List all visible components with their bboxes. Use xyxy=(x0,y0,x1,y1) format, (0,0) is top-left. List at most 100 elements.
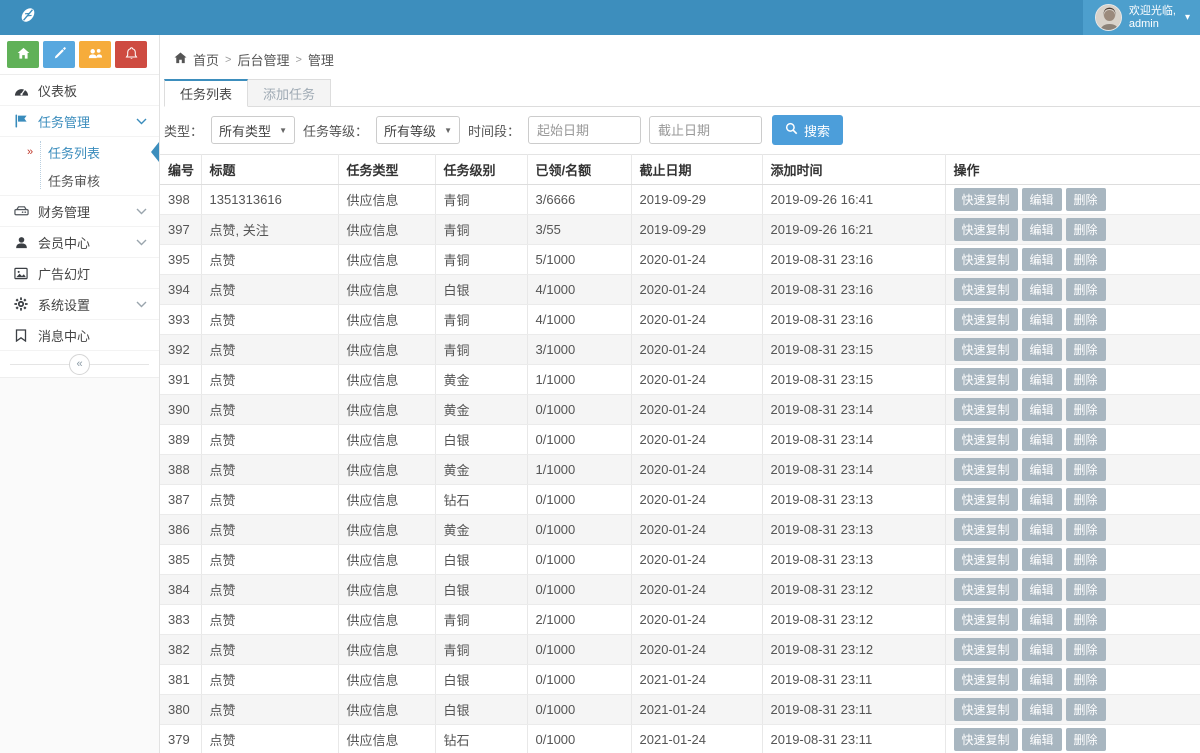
delete-button[interactable]: 删除 xyxy=(1066,428,1106,451)
quick-copy-button[interactable]: 快速复制 xyxy=(954,608,1018,631)
edit-button[interactable]: 编辑 xyxy=(1022,488,1062,511)
quick-buttons xyxy=(0,35,159,75)
breadcrumb-backend[interactable]: 后台管理 xyxy=(237,50,289,69)
edit-quick-button[interactable] xyxy=(43,41,75,68)
sidebar-item-messages[interactable]: 消息中心 xyxy=(0,320,159,351)
edit-button[interactable]: 编辑 xyxy=(1022,698,1062,721)
table-cell: 供应信息 xyxy=(338,725,435,753)
edit-button[interactable]: 编辑 xyxy=(1022,338,1062,361)
sidebar-item-task-review[interactable]: 任务审核 xyxy=(0,166,159,194)
sidebar-item-settings[interactable]: 系统设置 xyxy=(0,289,159,320)
edit-button[interactable]: 编辑 xyxy=(1022,248,1062,271)
edit-button[interactable]: 编辑 xyxy=(1022,278,1062,301)
edit-button[interactable]: 编辑 xyxy=(1022,188,1062,211)
quick-copy-button[interactable]: 快速复制 xyxy=(954,548,1018,571)
actions-cell: 快速复制编辑删除 xyxy=(945,485,1200,515)
quick-copy-button[interactable]: 快速复制 xyxy=(954,488,1018,511)
user-menu[interactable]: 欢迎光临, admin ▾ xyxy=(1083,0,1200,35)
edit-button[interactable]: 编辑 xyxy=(1022,398,1062,421)
edit-button[interactable]: 编辑 xyxy=(1022,218,1062,241)
edit-button[interactable]: 编辑 xyxy=(1022,548,1062,571)
sidebar-item-task-management[interactable]: 任务管理 xyxy=(0,106,159,137)
table-cell: 385 xyxy=(160,545,201,575)
quick-copy-button[interactable]: 快速复制 xyxy=(954,518,1018,541)
sidebar-item-members[interactable]: 会员中心 xyxy=(0,227,159,258)
edit-button[interactable]: 编辑 xyxy=(1022,728,1062,751)
quick-copy-button[interactable]: 快速复制 xyxy=(954,428,1018,451)
quick-copy-button[interactable]: 快速复制 xyxy=(954,368,1018,391)
notifications-button[interactable] xyxy=(115,41,147,68)
quick-copy-button[interactable]: 快速复制 xyxy=(954,578,1018,601)
sidebar-item-ad-slides[interactable]: 广告幻灯 xyxy=(0,258,159,289)
delete-button[interactable]: 删除 xyxy=(1066,668,1106,691)
level-select[interactable]: 所有等级 ▼ xyxy=(376,116,460,144)
table-cell: 2020-01-24 xyxy=(631,575,762,605)
delete-button[interactable]: 删除 xyxy=(1066,518,1106,541)
quick-copy-button[interactable]: 快速复制 xyxy=(954,218,1018,241)
delete-button[interactable]: 删除 xyxy=(1066,638,1106,661)
delete-button[interactable]: 删除 xyxy=(1066,188,1106,211)
quick-copy-button[interactable]: 快速复制 xyxy=(954,308,1018,331)
quick-copy-button[interactable]: 快速复制 xyxy=(954,458,1018,481)
sidebar-item-dashboard[interactable]: 仪表板 xyxy=(0,75,159,106)
delete-button[interactable]: 删除 xyxy=(1066,548,1106,571)
quick-copy-button[interactable]: 快速复制 xyxy=(954,398,1018,421)
table-cell: 供应信息 xyxy=(338,515,435,545)
edit-button[interactable]: 编辑 xyxy=(1022,518,1062,541)
table-cell: 点赞 xyxy=(201,605,338,635)
delete-button[interactable]: 删除 xyxy=(1066,608,1106,631)
delete-button[interactable]: 删除 xyxy=(1066,458,1106,481)
table-cell: 383 xyxy=(160,605,201,635)
edit-button[interactable]: 编辑 xyxy=(1022,638,1062,661)
delete-button[interactable]: 删除 xyxy=(1066,698,1106,721)
sidebar-item-task-list[interactable]: » 任务列表 xyxy=(0,138,159,166)
sidebar-item-label: 任务列表 xyxy=(48,143,100,162)
edit-button[interactable]: 编辑 xyxy=(1022,368,1062,391)
delete-button[interactable]: 删除 xyxy=(1066,368,1106,391)
delete-button[interactable]: 删除 xyxy=(1066,248,1106,271)
edit-button[interactable]: 编辑 xyxy=(1022,308,1062,331)
end-date-input[interactable] xyxy=(649,116,762,144)
tab-add-task[interactable]: 添加任务 xyxy=(248,79,331,106)
start-date-input[interactable] xyxy=(528,116,641,144)
quick-copy-button[interactable]: 快速复制 xyxy=(954,188,1018,211)
sidebar-item-finance[interactable]: 财务管理 xyxy=(0,196,159,227)
edit-button[interactable]: 编辑 xyxy=(1022,608,1062,631)
sidebar-item-label: 仪表板 xyxy=(38,81,77,100)
members-quick-button[interactable] xyxy=(79,41,111,68)
delete-button[interactable]: 删除 xyxy=(1066,398,1106,421)
delete-button[interactable]: 删除 xyxy=(1066,728,1106,751)
home-button[interactable] xyxy=(7,41,39,68)
delete-button[interactable]: 删除 xyxy=(1066,578,1106,601)
breadcrumb-home[interactable]: 首页 xyxy=(193,50,219,69)
quick-copy-button[interactable]: 快速复制 xyxy=(954,338,1018,361)
column-header: 截止日期 xyxy=(631,155,762,185)
search-button-label: 搜索 xyxy=(804,121,830,140)
chevron-down-icon: ▼ xyxy=(444,126,452,135)
quick-copy-button[interactable]: 快速复制 xyxy=(954,638,1018,661)
quick-copy-button[interactable]: 快速复制 xyxy=(954,698,1018,721)
type-select[interactable]: 所有类型 ▼ xyxy=(211,116,295,144)
table-cell: 点赞 xyxy=(201,425,338,455)
quick-copy-button[interactable]: 快速复制 xyxy=(954,668,1018,691)
delete-button[interactable]: 删除 xyxy=(1066,278,1106,301)
quick-copy-button[interactable]: 快速复制 xyxy=(954,728,1018,751)
table-cell: 5/1000 xyxy=(527,245,631,275)
edit-button[interactable]: 编辑 xyxy=(1022,458,1062,481)
edit-button[interactable]: 编辑 xyxy=(1022,428,1062,451)
edit-button[interactable]: 编辑 xyxy=(1022,578,1062,601)
delete-button[interactable]: 删除 xyxy=(1066,488,1106,511)
sidebar-item-label: 会员中心 xyxy=(38,233,90,252)
table-cell: 379 xyxy=(160,725,201,753)
delete-button[interactable]: 删除 xyxy=(1066,218,1106,241)
delete-button[interactable]: 删除 xyxy=(1066,338,1106,361)
app-logo[interactable] xyxy=(0,0,160,35)
delete-button[interactable]: 删除 xyxy=(1066,308,1106,331)
quick-copy-button[interactable]: 快速复制 xyxy=(954,278,1018,301)
sidebar-collapse-button[interactable]: « xyxy=(0,351,159,378)
search-button[interactable]: 搜索 xyxy=(772,115,843,145)
tab-task-list[interactable]: 任务列表 xyxy=(164,79,248,107)
edit-button[interactable]: 编辑 xyxy=(1022,668,1062,691)
quick-copy-button[interactable]: 快速复制 xyxy=(954,248,1018,271)
welcome-text: 欢迎光临, admin xyxy=(1129,5,1176,31)
